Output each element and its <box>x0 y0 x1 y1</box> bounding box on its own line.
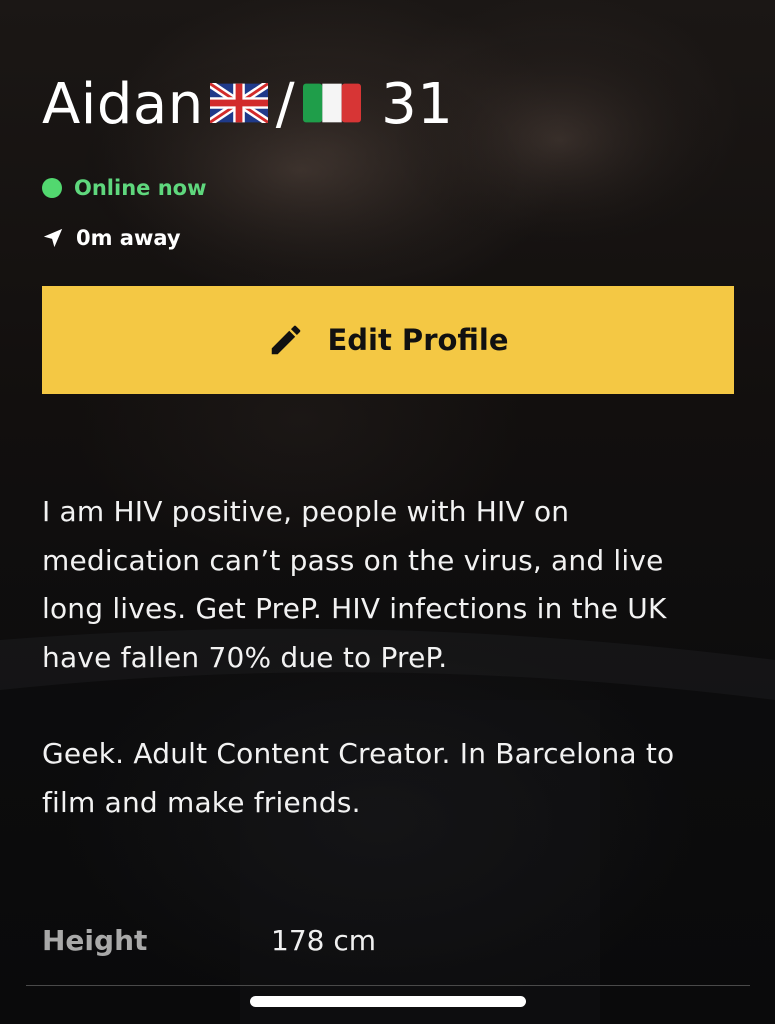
stat-row-height: Height 178 cm <box>42 918 734 964</box>
bio-paragraph-1: I am HIV positive, people with HIV on me… <box>42 495 667 674</box>
uk-flag-icon <box>207 70 270 140</box>
divider <box>26 985 750 986</box>
edit-profile-label: Edit Profile <box>327 323 509 357</box>
distance-info: 0m away <box>42 226 181 250</box>
stat-label-height: Height <box>42 924 148 957</box>
edit-profile-button[interactable]: Edit Profile <box>42 286 734 394</box>
profile-screen: Aidan / 31 Online now 0m away Edit Profi… <box>0 0 775 1024</box>
profile-bio: I am HIV positive, people with HIV on me… <box>42 488 722 827</box>
pencil-icon <box>272 325 301 355</box>
distance-text: 0m away <box>76 226 181 250</box>
profile-header: Aidan / 31 <box>42 70 453 140</box>
online-status-text: Online now <box>74 176 207 200</box>
profile-age: 31 <box>381 72 454 137</box>
flag-separator: / <box>275 72 296 137</box>
profile-name: Aidan <box>42 72 204 137</box>
location-arrow-icon <box>43 228 63 248</box>
bio-paragraph-2: Geek. Adult Content Creator. In Barcelon… <box>42 737 675 819</box>
home-indicator[interactable] <box>250 996 526 1007</box>
online-dot-icon <box>42 178 62 198</box>
stat-value-height: 178 cm <box>271 924 377 957</box>
online-status: Online now <box>42 176 206 200</box>
italy-flag-icon <box>303 70 362 140</box>
